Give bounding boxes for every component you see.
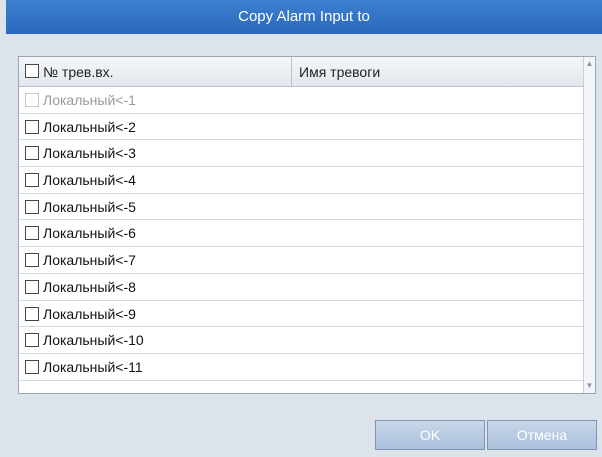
dialog-title: Copy Alarm Input to xyxy=(6,0,602,34)
row-label: Локальный<-5 xyxy=(43,198,136,215)
row-checkbox[interactable] xyxy=(25,146,39,161)
column-header-alarm-name[interactable]: Имя тревоги xyxy=(299,57,380,87)
copy-alarm-dialog: Copy Alarm Input to № трев.вх. Имя трево… xyxy=(0,0,602,457)
row-label: Локальный<-6 xyxy=(43,225,136,242)
vertical-scrollbar[interactable]: ▲ ▼ xyxy=(583,57,595,393)
row-checkbox[interactable] xyxy=(25,173,39,188)
row-checkbox[interactable] xyxy=(25,279,39,294)
row-label: Локальный<-11 xyxy=(43,358,143,375)
scroll-down-icon[interactable]: ▼ xyxy=(585,381,594,391)
table-header: № трев.вх. Имя тревоги xyxy=(19,57,583,87)
table-row[interactable]: Локальный<-6 xyxy=(19,220,583,248)
row-label: Локальный<-10 xyxy=(43,332,144,349)
row-checkbox xyxy=(25,93,39,107)
row-label: Локальный<-1 xyxy=(43,92,136,108)
table-body: Локальный<-1 Локальный<-2 Локальный<-3 Л… xyxy=(19,87,583,381)
row-checkbox[interactable] xyxy=(25,306,39,321)
alarm-input-table: № трев.вх. Имя тревоги Локальный<-1 Лока… xyxy=(18,56,596,394)
table-row[interactable]: Локальный<-8 xyxy=(19,274,583,301)
row-label: Локальный<-9 xyxy=(43,305,136,322)
scroll-up-icon[interactable]: ▲ xyxy=(585,59,594,69)
select-all-checkbox[interactable] xyxy=(25,64,39,78)
table-row[interactable]: Локальный<-3 xyxy=(19,140,583,168)
column-divider xyxy=(291,57,292,87)
table-row: Локальный<-1 xyxy=(19,87,583,114)
row-label: Локальный<-2 xyxy=(43,118,136,135)
ok-button[interactable]: OK xyxy=(375,420,485,450)
table-row[interactable]: Локальный<-2 xyxy=(19,114,583,141)
row-checkbox[interactable] xyxy=(25,199,39,214)
table-row[interactable]: Локальный<-4 xyxy=(19,167,583,194)
row-checkbox[interactable] xyxy=(25,253,39,268)
row-checkbox[interactable] xyxy=(25,359,39,374)
column-header-alarm-input-number[interactable]: № трев.вх. xyxy=(43,57,114,87)
row-label: Локальный<-8 xyxy=(43,278,136,295)
table-row[interactable]: Локальный<-5 xyxy=(19,194,583,221)
table-row[interactable]: Локальный<-9 xyxy=(19,301,583,328)
row-checkbox[interactable] xyxy=(25,119,39,134)
cancel-button[interactable]: Отмена xyxy=(487,420,597,450)
table-row[interactable]: Локальный<-7 xyxy=(19,247,583,274)
table-row[interactable]: Локальный<-10 xyxy=(19,327,583,354)
table-row[interactable]: Локальный<-11 xyxy=(19,354,583,381)
row-checkbox[interactable] xyxy=(25,333,39,348)
row-label: Локальный<-3 xyxy=(43,145,136,162)
row-label: Локальный<-4 xyxy=(43,172,136,189)
row-checkbox[interactable] xyxy=(25,226,39,241)
row-label: Локальный<-7 xyxy=(43,252,136,269)
